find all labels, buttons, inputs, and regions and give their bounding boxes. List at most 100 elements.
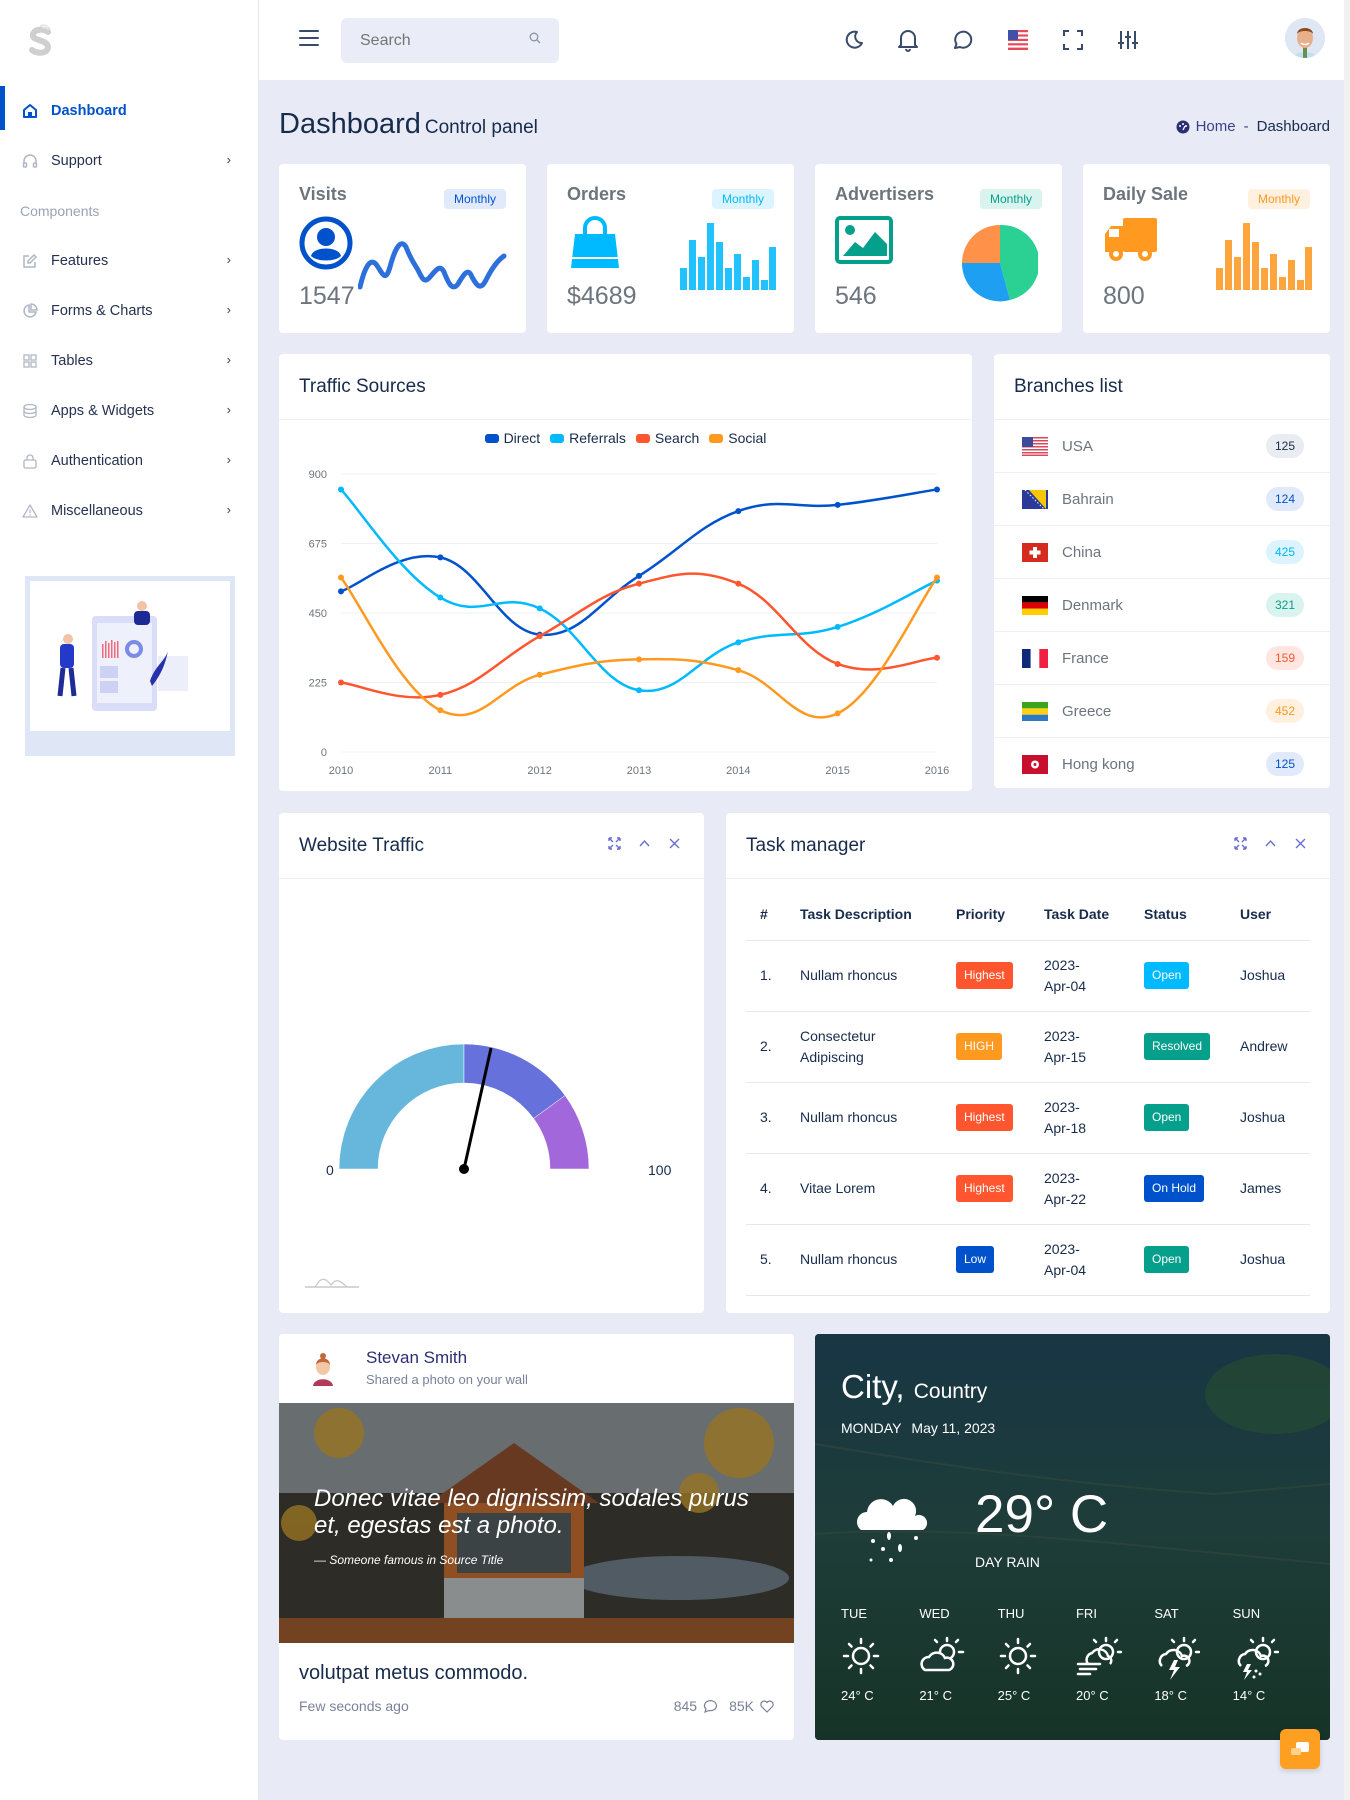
data-point-direct	[834, 501, 841, 508]
sidebar-item-dashboard[interactable]: Dashboard	[0, 86, 259, 136]
edit-icon	[21, 252, 39, 270]
y-tick-label: 450	[309, 608, 327, 620]
forecast-day: FRI 20° C	[1076, 1606, 1154, 1703]
close-icon[interactable]	[1292, 835, 1308, 851]
search-icon[interactable]	[529, 32, 541, 47]
column-header-date[interactable]: Task Date	[1030, 889, 1130, 941]
column-header-status[interactable]: Status	[1130, 889, 1226, 941]
period-badge[interactable]: Monthly	[1247, 189, 1310, 209]
period-badge[interactable]: Monthly	[979, 189, 1042, 209]
data-point-referrals	[834, 623, 841, 630]
settings-button[interactable]	[1114, 26, 1142, 54]
data-point-referrals	[536, 605, 543, 612]
branch-row[interactable]: France 159	[994, 632, 1330, 685]
expand-icon[interactable]	[606, 835, 622, 851]
gabon-flag-icon	[1022, 701, 1048, 721]
data-point-social	[636, 656, 642, 663]
search-input[interactable]	[341, 18, 511, 63]
chevron-right-icon: ›	[226, 402, 231, 417]
sidebar: Dashboard Support › Components Features …	[0, 0, 259, 1800]
branch-list: USA 125 Bahrain 124 China 425 Denmark 321 France…	[994, 420, 1330, 791]
weather-location: City, Country	[841, 1368, 987, 1406]
page-scrollbar[interactable]	[1344, 0, 1350, 1800]
sun-icon	[998, 1636, 1076, 1684]
sidebar-item-authentication[interactable]: Authentication ›	[0, 436, 259, 486]
like-count: 85K	[729, 1698, 754, 1714]
app-logo[interactable]	[26, 22, 56, 58]
stat-title: Visits	[299, 184, 347, 204]
column-header-priority[interactable]: Priority	[942, 889, 1030, 941]
table-row[interactable]: 3. Nullam rhoncus Highest 2023- Apr-18 Open Jo…	[746, 1082, 1310, 1154]
branch-row[interactable]: Denmark 321	[994, 579, 1330, 632]
chart-credit-logo[interactable]	[305, 1273, 361, 1289]
task-manager-card: Task manager # Task Description Priority…	[726, 813, 1330, 1313]
weather-forecast: TUE 24° C WED 21° C THU 25° C FRI 20° C SAT 18° C…	[841, 1606, 1311, 1703]
stat-title: Orders	[567, 184, 627, 204]
sidebar-item-miscellaneous[interactable]: Miscellaneous ›	[0, 486, 259, 536]
table-row[interactable]: 4. Vitae Lorem Highest 2023- Apr-22 On Hold Ja…	[746, 1153, 1310, 1225]
sidebar-item-features[interactable]: Features ›	[0, 236, 259, 286]
forecast-day: WED 21° C	[919, 1606, 997, 1703]
branch-row[interactable]: Hong kong 125	[994, 738, 1330, 791]
y-tick-label: 675	[309, 539, 327, 551]
column-header-description[interactable]: Task Description	[786, 889, 942, 941]
chevron-right-icon: ›	[226, 152, 231, 167]
table-row[interactable]: 2. Consectetur Adipiscing HIGH 2023- Apr-15 R…	[746, 1011, 1310, 1083]
priority-badge: Highest	[956, 1104, 1013, 1131]
stat-card-daily-sale: Daily Sale Monthly 800	[1083, 164, 1330, 333]
user-avatar[interactable]	[1285, 18, 1325, 58]
column-header-number[interactable]: #	[746, 889, 786, 941]
language-selector[interactable]	[1004, 26, 1032, 54]
task-status-cell: Open	[1130, 1082, 1226, 1154]
collapse-icon[interactable]	[636, 835, 652, 851]
table-header-row: # Task Description Priority Task Date St…	[746, 889, 1310, 941]
task-number: 2.	[746, 1011, 786, 1083]
notifications-button[interactable]	[894, 26, 922, 54]
branch-row[interactable]: Greece 452	[994, 685, 1330, 738]
sidebar-item-forms-charts[interactable]: Forms & Charts ›	[0, 286, 259, 336]
branch-row[interactable]: USA 125	[994, 420, 1330, 473]
sidebar-item-apps-widgets[interactable]: Apps & Widgets ›	[0, 386, 259, 436]
branch-count-badge: 452	[1265, 699, 1304, 723]
heart-icon[interactable]	[760, 1700, 774, 1713]
branch-row[interactable]: Bahrain 124	[994, 473, 1330, 526]
x-tick-label: 2010	[329, 765, 353, 777]
comment-icon[interactable]	[703, 1699, 718, 1713]
y-tick-label: 225	[309, 678, 327, 690]
task-user: Joshua	[1226, 1224, 1310, 1296]
post-author-name[interactable]: Stevan Smith	[366, 1348, 467, 1368]
collapse-icon[interactable]	[1262, 835, 1278, 851]
period-badge[interactable]: Monthly	[711, 189, 774, 209]
dark-mode-toggle[interactable]	[840, 26, 868, 54]
sidebar-item-tables[interactable]: Tables ›	[0, 336, 259, 386]
chat-support-button[interactable]	[1280, 1729, 1320, 1769]
stat-card-visits: Visits Monthly 1547	[279, 164, 526, 333]
grid-icon	[21, 352, 39, 370]
database-icon	[21, 402, 39, 420]
thunder-icon	[1154, 1636, 1232, 1684]
task-priority-cell: HIGH	[942, 1011, 1030, 1083]
data-point-social	[834, 710, 841, 717]
table-row[interactable]: 5. Nullam rhoncus Low 2023- Apr-04 Open Joshua	[746, 1224, 1310, 1296]
data-point-social	[338, 574, 344, 581]
branch-row[interactable]: China 425	[994, 526, 1330, 579]
post-title[interactable]: volutpat metus commodo.	[299, 1662, 528, 1685]
breadcrumb-home-link[interactable]: Home	[1196, 118, 1236, 135]
task-user: Andrew	[1226, 1011, 1310, 1083]
sidebar-item-label: Authentication	[51, 453, 143, 469]
menu-toggle-button[interactable]	[299, 30, 319, 48]
advertisers-mini-pie-chart	[962, 224, 1038, 302]
expand-icon[interactable]	[1232, 835, 1248, 851]
table-row[interactable]: 1. Nullam rhoncus Highest 2023- Apr-04 Open Jo…	[746, 940, 1310, 1012]
data-point-direct	[934, 486, 940, 493]
period-badge[interactable]: Monthly	[443, 189, 506, 209]
messages-button[interactable]	[949, 26, 977, 54]
stat-value: $4689	[567, 282, 637, 310]
close-icon[interactable]	[666, 835, 682, 851]
post-photo[interactable]: Donec vitae leo dignissim, sodales purus…	[279, 1403, 794, 1643]
task-priority-cell: Highest	[942, 1082, 1030, 1154]
fullscreen-button[interactable]	[1059, 26, 1087, 54]
author-avatar[interactable]	[311, 1352, 335, 1386]
sidebar-item-support[interactable]: Support ›	[0, 136, 259, 186]
column-header-user[interactable]: User	[1226, 889, 1310, 941]
